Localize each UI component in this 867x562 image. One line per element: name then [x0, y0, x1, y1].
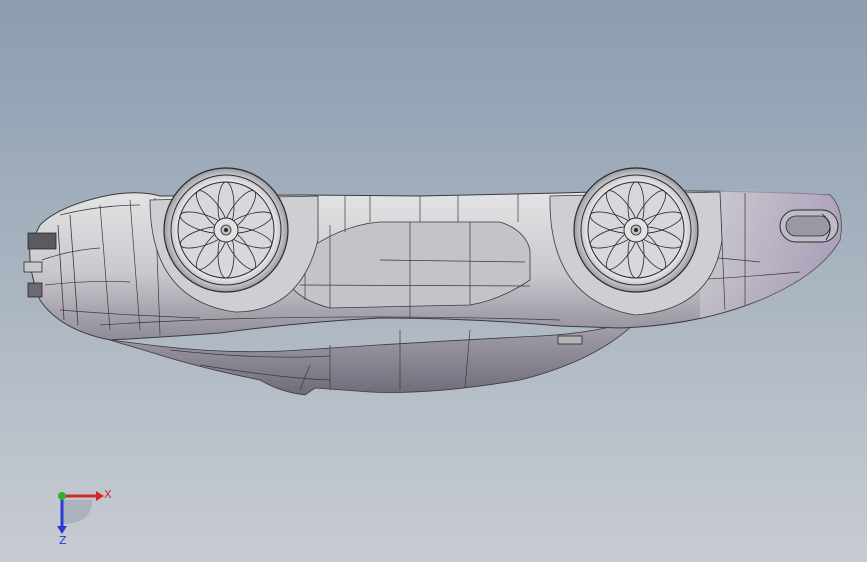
graphics-viewport[interactable]: X Z	[0, 0, 867, 562]
z-axis-label: Z	[59, 534, 67, 547]
coordinate-triad[interactable]: X Z	[40, 480, 120, 550]
y-axis-dot	[58, 492, 66, 500]
under-bracket	[557, 335, 583, 345]
front-wheel[interactable]	[163, 167, 289, 293]
triad-shading	[62, 500, 92, 524]
z-axis-arrow	[57, 526, 67, 534]
x-axis-label: X	[104, 488, 112, 501]
exhaust-pipe	[779, 209, 839, 243]
rear-wheel[interactable]	[573, 167, 699, 293]
x-axis-arrow	[96, 491, 104, 501]
car-model[interactable]	[0, 0, 867, 562]
